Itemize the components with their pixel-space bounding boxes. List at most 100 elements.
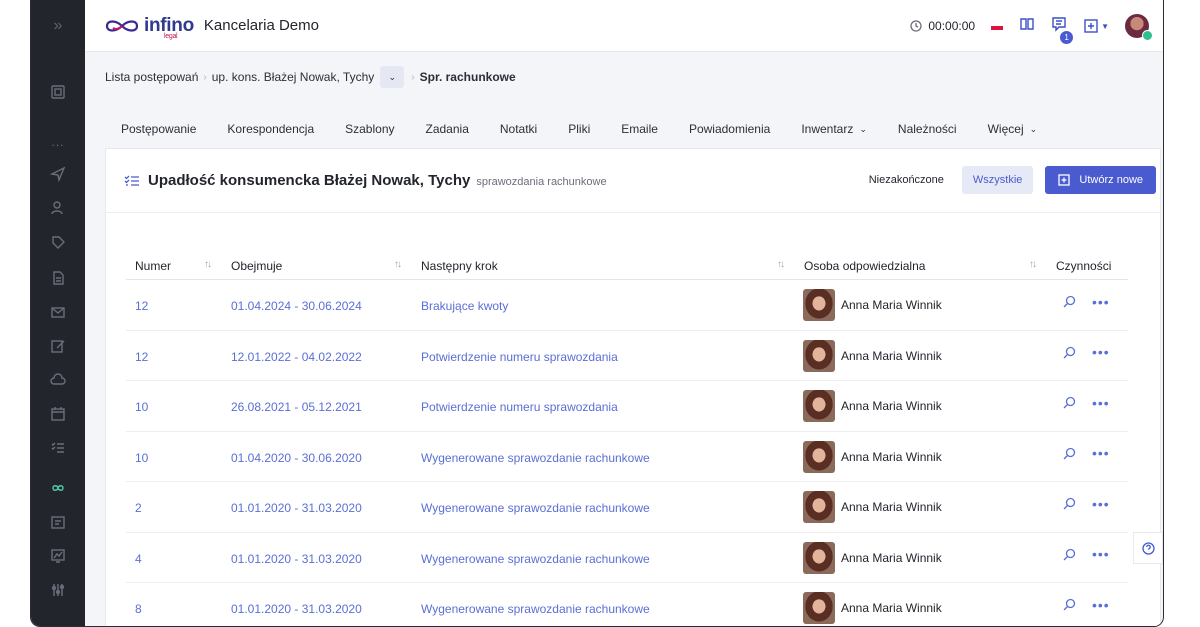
sidebar-chart-icon[interactable]	[31, 540, 85, 572]
col-responsible[interactable]: Osoba odpowiedzialna	[804, 259, 925, 273]
person-avatar	[803, 592, 835, 624]
user-avatar[interactable]	[1125, 14, 1153, 41]
row-covers[interactable]: 01.01.2020 - 31.03.2020	[231, 552, 362, 566]
sidebar-edit-icon[interactable]	[31, 330, 85, 362]
sidebar-calendar-icon[interactable]	[31, 398, 85, 430]
col-next-step[interactable]: Następny krok	[421, 259, 498, 273]
row-number[interactable]: 2	[135, 501, 142, 515]
table-row[interactable]: 12 12.01.2022 - 04.02.2022 Potwierdzenie…	[126, 331, 1128, 381]
reports-table: Numer ↑↓ Obejmuje ↑↓ Następny krok ↑↓ Os…	[126, 243, 1128, 626]
row-number[interactable]: 8	[135, 602, 142, 616]
row-covers[interactable]: 26.08.2021 - 05.12.2021	[231, 400, 362, 414]
search-icon[interactable]	[1063, 598, 1076, 611]
sidebar-more-icon[interactable]: ...	[31, 126, 85, 158]
more-options-icon[interactable]: •••	[1092, 396, 1110, 410]
col-number[interactable]: Numer	[135, 259, 171, 273]
tab-szablony[interactable]: Szablony	[345, 122, 394, 136]
row-next-step[interactable]: Wygenerowane sprawozdanie rachunkowe	[421, 552, 650, 566]
table-row[interactable]: 4 01.01.2020 - 31.03.2020 Wygenerowane s…	[126, 533, 1128, 583]
help-button[interactable]	[1133, 532, 1163, 564]
create-new-button[interactable]: Utwórz nowe	[1045, 166, 1156, 194]
tab-label: Więcej	[987, 122, 1024, 136]
sidebar-people-icon[interactable]	[31, 192, 85, 224]
row-next-step[interactable]: Wygenerowane sprawozdanie rachunkowe	[421, 602, 650, 616]
tab-powiadomienia[interactable]: Powiadomienia	[689, 122, 770, 136]
tab-zadania[interactable]: Zadania	[426, 122, 469, 136]
filter-all-button[interactable]: Wszystkie	[961, 166, 1034, 194]
search-icon[interactable]	[1063, 447, 1076, 460]
col-covers[interactable]: Obejmuje	[231, 259, 282, 273]
more-options-icon[interactable]: •••	[1092, 598, 1110, 612]
language-flag-icon[interactable]	[991, 22, 1004, 30]
search-icon[interactable]	[1063, 346, 1076, 359]
sidebar-infino-icon[interactable]	[31, 472, 85, 504]
more-options-icon[interactable]: •••	[1092, 497, 1110, 511]
tab-label: Powiadomienia	[688, 122, 771, 136]
tab-wiecej[interactable]: Więcej ⌄	[988, 122, 1038, 136]
search-icon[interactable]	[1063, 295, 1076, 308]
row-next-step[interactable]: Potwierdzenie numeru sprawozdania	[421, 400, 618, 414]
add-menu-button[interactable]: ▼	[1083, 18, 1109, 34]
breadcrumb-case[interactable]: up. kons. Błażej Nowak, Tychy	[212, 70, 375, 84]
row-next-step[interactable]: Brakujące kwoty	[421, 299, 508, 313]
row-number[interactable]: 10	[135, 451, 148, 465]
search-icon[interactable]	[1063, 497, 1076, 510]
breadcrumb-proceedings-list[interactable]: Lista postępowań	[105, 70, 198, 84]
table-row[interactable]: 12 01.04.2024 - 30.06.2024 Brakujące kwo…	[126, 280, 1128, 331]
table-row[interactable]: 10 26.08.2021 - 05.12.2021 Potwierdzenie…	[126, 381, 1128, 432]
table-row[interactable]: 2 01.01.2020 - 31.03.2020 Wygenerowane s…	[126, 482, 1128, 533]
tab-pliki[interactable]: Pliki	[568, 122, 590, 136]
row-covers[interactable]: 12.01.2022 - 04.02.2022	[231, 350, 362, 364]
clock-icon	[910, 20, 923, 32]
row-next-step[interactable]: Wygenerowane sprawozdanie rachunkowe	[421, 501, 650, 515]
row-number[interactable]: 10	[135, 400, 148, 414]
row-next-step[interactable]: Potwierdzenie numeru sprawozdania	[421, 350, 618, 364]
search-icon[interactable]	[1063, 396, 1076, 409]
row-covers[interactable]: 01.04.2020 - 30.06.2020	[231, 451, 362, 465]
table-row[interactable]: 10 01.04.2020 - 30.06.2020 Wygenerowane …	[126, 432, 1128, 482]
sort-icon[interactable]: ↑↓	[1029, 259, 1037, 270]
search-icon[interactable]	[1063, 548, 1076, 561]
sidebar-mail-icon[interactable]	[31, 296, 85, 328]
tab-naleznosci[interactable]: Należności	[898, 122, 957, 136]
more-options-icon[interactable]: •••	[1092, 345, 1110, 359]
table-row[interactable]: 8 01.01.2020 - 31.03.2020 Wygenerowane s…	[126, 583, 1128, 626]
filter-unfinished-button[interactable]: Niezakończone	[869, 174, 944, 186]
row-number[interactable]: 12	[135, 299, 148, 313]
tab-label: Zadania	[425, 122, 469, 136]
sidebar-cloud-icon[interactable]	[31, 364, 85, 396]
sidebar-settings-icon[interactable]	[31, 574, 85, 606]
row-number[interactable]: 12	[135, 350, 148, 364]
tab-label: Należności	[897, 122, 957, 136]
tab-emaile[interactable]: Emaile	[621, 122, 658, 136]
tab-notatki[interactable]: Notatki	[500, 122, 537, 136]
sort-icon[interactable]: ↑↓	[394, 259, 402, 270]
row-next-step[interactable]: Wygenerowane sprawozdanie rachunkowe	[421, 451, 650, 465]
tab-label: Postępowanie	[121, 122, 197, 136]
sidebar-send-icon[interactable]	[31, 158, 85, 190]
sidebar-checklist-icon[interactable]	[31, 432, 85, 464]
sort-icon[interactable]: ↑↓	[777, 259, 785, 270]
sidebar-tag-icon[interactable]	[31, 226, 85, 258]
tab-korespondencja[interactable]: Korespondencja	[227, 122, 314, 136]
more-options-icon[interactable]: •••	[1092, 446, 1110, 460]
sidebar-dashboard-icon[interactable]	[31, 76, 85, 108]
messages-icon[interactable]: 1	[1051, 16, 1074, 44]
row-covers[interactable]: 01.01.2020 - 31.03.2020	[231, 602, 362, 616]
more-options-icon[interactable]: •••	[1092, 547, 1110, 561]
logo[interactable]: infino legal	[103, 14, 194, 40]
row-covers[interactable]: 01.04.2024 - 30.06.2024	[231, 299, 362, 313]
tab-postepowanie[interactable]: Postępowanie	[121, 122, 196, 136]
row-number[interactable]: 4	[135, 552, 142, 566]
timer[interactable]: 00:00:00	[910, 19, 975, 33]
person-name: Anna Maria Winnik	[841, 601, 942, 615]
book-icon[interactable]	[1019, 16, 1035, 37]
expand-sidebar-icon[interactable]: »	[31, 0, 85, 52]
sort-icon[interactable]: ↑↓	[204, 259, 212, 270]
more-options-icon[interactable]: •••	[1092, 295, 1110, 309]
sidebar-document-icon[interactable]	[31, 262, 85, 294]
row-covers[interactable]: 01.01.2020 - 31.03.2020	[231, 501, 362, 515]
case-dropdown-button[interactable]: ⌄	[380, 66, 405, 88]
tab-inwentarz[interactable]: Inwentarz ⌄	[801, 122, 867, 136]
sidebar-archive-icon[interactable]	[31, 506, 85, 538]
